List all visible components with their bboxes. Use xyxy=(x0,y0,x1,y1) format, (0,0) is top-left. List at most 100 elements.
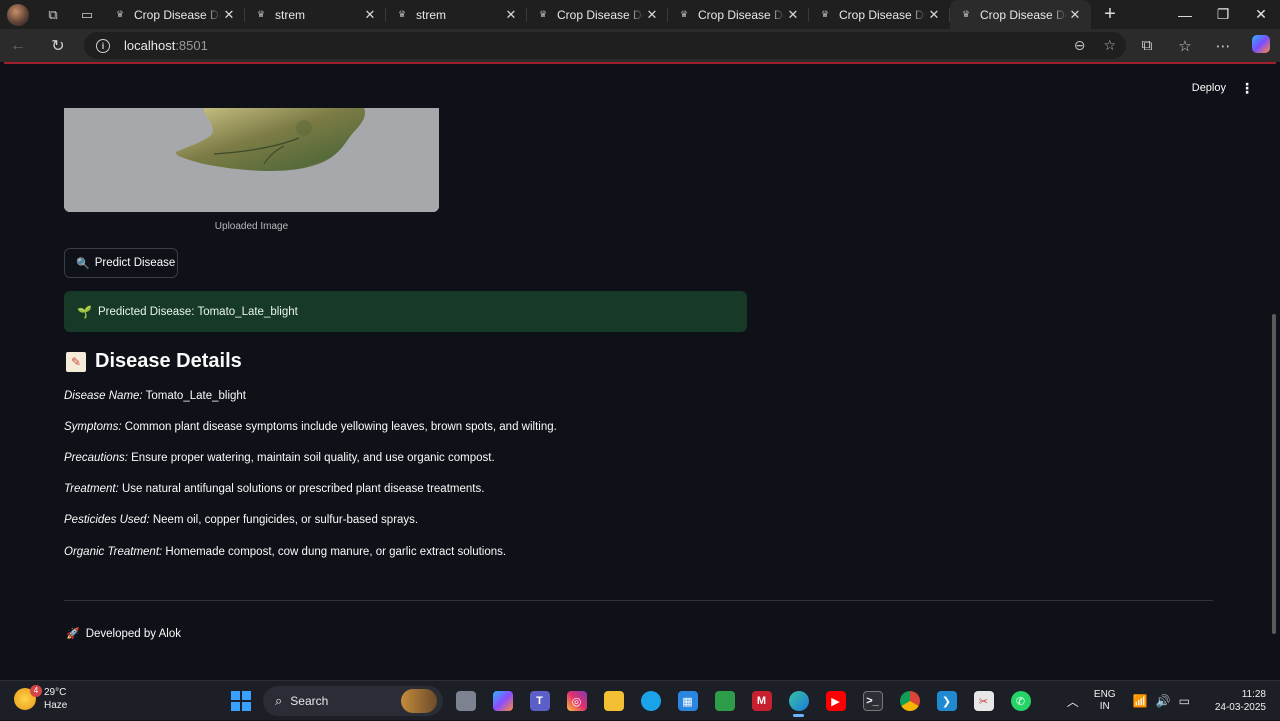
maps-app[interactable] xyxy=(706,685,743,717)
browser-tab[interactable]: ♛ Crop Disease Detecti ✕ xyxy=(527,0,668,29)
streamlit-favicon-icon: ♛ xyxy=(961,9,971,19)
instagram-app[interactable]: ◎ xyxy=(558,685,595,717)
extensions-icon[interactable]: ⧉ xyxy=(1128,37,1166,54)
weather-widget[interactable]: 4 29°C Haze xyxy=(14,685,68,712)
store-app[interactable]: ▦ xyxy=(669,685,706,717)
snipping-tool-icon: ✂ xyxy=(973,691,994,711)
vscode-icon: ❯ xyxy=(936,691,957,711)
chrome-app[interactable] xyxy=(891,685,928,717)
taskbar-search[interactable]: ⌕ Search xyxy=(263,686,443,716)
maximize-icon[interactable]: ❐ xyxy=(1204,0,1242,29)
folder-icon xyxy=(603,691,624,711)
memo-icon: ✎ xyxy=(66,351,86,372)
address-bar-row: ← ↻ i localhost:8501 ⊖ ☆ ⧉ ☆ ⋯ xyxy=(0,29,1280,62)
battery-icon: ▭ xyxy=(1178,694,1190,708)
workspaces-icon[interactable]: ⧉ xyxy=(36,0,70,29)
favorite-star-icon[interactable]: ☆ xyxy=(1103,37,1116,54)
edge-icon xyxy=(788,691,809,711)
browser-tab[interactable]: ♛ strem ✕ xyxy=(245,0,386,29)
browser-tab[interactable]: ♛ Crop Disease Detecti ✕ xyxy=(104,0,245,29)
detail-symptoms: Symptoms: Common plant disease symptoms … xyxy=(64,421,557,433)
show-hidden-icons-chevron-icon[interactable]: ︿ xyxy=(1059,693,1087,710)
close-tab-icon[interactable]: ✕ xyxy=(926,7,942,23)
app-viewport: Deploy ⋮ Uploaded Image 🔍 Predict Diseas… xyxy=(4,62,1276,677)
snipping-app[interactable]: ✂ xyxy=(965,685,1002,717)
close-tab-icon[interactable]: ✕ xyxy=(644,7,660,23)
profile-avatar[interactable] xyxy=(0,0,36,29)
prediction-success-alert: 🌱 Predicted Disease: Tomato_Late_blight xyxy=(64,291,747,332)
youtube-play-icon: ▶ xyxy=(825,691,846,711)
more-options-icon[interactable]: ⋯ xyxy=(1204,37,1242,55)
new-tab-button[interactable]: + xyxy=(1091,0,1129,29)
site-info-icon[interactable]: i xyxy=(96,38,110,53)
store-icon: ▦ xyxy=(677,691,698,711)
start-button[interactable] xyxy=(222,685,259,717)
predict-disease-button[interactable]: 🔍 Predict Disease xyxy=(64,248,178,278)
edge-app[interactable] xyxy=(780,685,817,717)
tab-actions-icon[interactable]: ▭ xyxy=(70,0,104,29)
browser-tab[interactable]: ♛ Crop Disease Detecti ✕ xyxy=(668,0,809,29)
streamlit-favicon-icon: ♛ xyxy=(679,9,689,19)
minimize-icon[interactable]: — xyxy=(1166,0,1204,29)
clock[interactable]: 11:28 24-03-2025 xyxy=(1200,688,1280,714)
close-tab-icon[interactable]: ✕ xyxy=(221,7,237,23)
task-view-app[interactable] xyxy=(447,685,484,717)
page-scrollbar[interactable] xyxy=(1272,314,1276,634)
mcafee-shield-icon: M xyxy=(751,691,772,711)
streamlit-favicon-icon: ♛ xyxy=(397,9,407,19)
close-tab-icon[interactable]: ✕ xyxy=(362,7,378,23)
copilot-app[interactable] xyxy=(484,685,521,717)
browser-tab-active[interactable]: ♛ Crop Disease Detecti ✕ xyxy=(950,0,1091,29)
close-tab-icon[interactable]: ✕ xyxy=(1067,7,1083,23)
main-menu-icon[interactable]: ⋮ xyxy=(1240,80,1254,97)
streamlit-favicon-icon: ♛ xyxy=(256,9,266,19)
disease-details-heading: ✎ Disease Details xyxy=(66,350,242,373)
weather-temp: 29°C xyxy=(44,687,67,698)
uploaded-image xyxy=(64,108,439,212)
youtube-app[interactable]: ▶ xyxy=(817,685,854,717)
streamlit-favicon-icon: ♛ xyxy=(538,9,548,19)
refresh-icon[interactable]: ↻ xyxy=(40,29,76,62)
favorites-icon[interactable]: ☆ xyxy=(1166,37,1204,55)
magnifier-icon: 🔍 xyxy=(76,257,90,270)
teams-icon: T xyxy=(529,691,550,711)
system-tray: ︿ ENG IN 📶 🔊 ▭ 11:28 24-03-2025 xyxy=(1059,681,1280,721)
window-controls: — ❐ ✕ xyxy=(1166,0,1280,29)
copilot-icon[interactable] xyxy=(1242,34,1280,57)
edge-dev-app[interactable] xyxy=(632,685,669,717)
close-tab-icon[interactable]: ✕ xyxy=(503,7,519,23)
copilot-app-icon xyxy=(492,691,513,711)
close-window-icon[interactable]: ✕ xyxy=(1242,0,1280,29)
search-highlight-icon xyxy=(401,689,437,713)
language-indicator[interactable]: ENG IN xyxy=(1087,689,1123,713)
back-icon[interactable]: ← xyxy=(0,29,36,62)
browser-tab-bar: ⧉ ▭ ♛ Crop Disease Detecti ✕ ♛ strem ✕ ♛… xyxy=(0,0,1280,29)
quick-settings[interactable]: 📶 🔊 ▭ xyxy=(1123,694,1200,708)
browser-tab[interactable]: ♛ strem ✕ xyxy=(386,0,527,29)
browser-tab[interactable]: ♛ Crop Disease Detecti ✕ xyxy=(809,0,950,29)
zoom-icon[interactable]: ⊖ xyxy=(1074,37,1086,54)
close-tab-icon[interactable]: ✕ xyxy=(785,7,801,23)
whatsapp-icon: ✆ xyxy=(1010,691,1031,711)
streamlit-favicon-icon: ♛ xyxy=(115,9,125,19)
url-field[interactable]: i localhost:8501 ⊖ ☆ xyxy=(84,32,1126,59)
teams-app[interactable]: T xyxy=(521,685,558,717)
deploy-button[interactable]: Deploy xyxy=(1192,82,1226,94)
image-caption: Uploaded Image xyxy=(214,221,289,232)
weather-sun-icon: 4 xyxy=(14,685,42,710)
weather-desc: Haze xyxy=(44,700,68,711)
volume-icon: 🔊 xyxy=(1155,694,1171,708)
mcafee-app[interactable]: M xyxy=(743,685,780,717)
file-explorer-app[interactable] xyxy=(595,685,632,717)
terminal-app[interactable]: >_ xyxy=(854,685,891,717)
url-text: localhost:8501 xyxy=(124,38,208,53)
footer: 🚀 Developed by Alok xyxy=(66,627,181,641)
instagram-icon: ◎ xyxy=(566,691,587,711)
maps-icon xyxy=(714,691,735,711)
terminal-icon: >_ xyxy=(862,691,883,711)
edge-dev-icon xyxy=(640,691,661,711)
detail-precautions: Precautions: Ensure proper watering, mai… xyxy=(64,452,495,464)
whatsapp-app[interactable]: ✆ xyxy=(1002,685,1039,717)
divider xyxy=(64,600,1213,601)
vscode-app[interactable]: ❯ xyxy=(928,685,965,717)
